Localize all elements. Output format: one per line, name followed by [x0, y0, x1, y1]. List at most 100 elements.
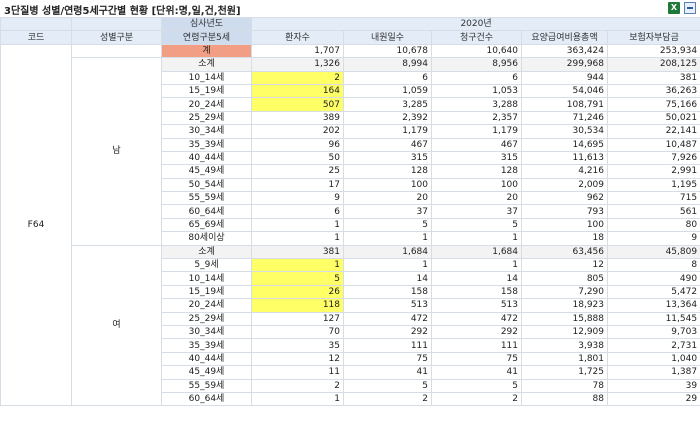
cell-value: 805 [521, 271, 608, 286]
cell-value: 472 [343, 311, 432, 326]
cell-value: 20 [431, 191, 522, 206]
age-band-label[interactable]: 35_39세 [161, 137, 252, 152]
cell-value: 6 [431, 70, 522, 85]
age-band-label[interactable]: 20_24세 [161, 298, 252, 313]
age-band-label[interactable]: 15_19세 [161, 83, 252, 99]
cell-value: 10,487 [606, 137, 700, 152]
age-band-label[interactable]: 50_54세 [161, 177, 252, 193]
age-band-label[interactable]: 10_14세 [161, 70, 252, 85]
age-band-label[interactable]: 5_9세 [161, 258, 252, 273]
header-metric[interactable]: 환자수 [251, 30, 344, 45]
cell-value: 1,801 [521, 351, 608, 367]
cell-value: 30,534 [521, 124, 608, 139]
report-title-bar: 3단질병 성별/연령5세구간별 현황 [단위:명,일,건,천원] X [0, 0, 700, 17]
cell-value: 467 [431, 137, 522, 152]
cell-value: 472 [431, 311, 522, 326]
cell-value: 37 [343, 204, 432, 219]
header-year-group[interactable]: 심사년도 [161, 16, 252, 32]
subtotal-value: 1,326 [251, 57, 344, 72]
cell-value: 18 [521, 231, 608, 246]
age-band-label[interactable]: 40_44세 [161, 351, 252, 367]
highlighted-value: 1 [251, 258, 344, 273]
age-band-label[interactable]: 60_64세 [161, 391, 252, 407]
total-value: 10,678 [343, 43, 432, 59]
header-blank [71, 16, 162, 32]
age-band-label[interactable]: 30_34세 [161, 324, 252, 340]
subtotal-label: 소계 [161, 244, 252, 260]
age-band-label[interactable]: 65_69세 [161, 217, 252, 233]
cell-value: 2 [431, 391, 522, 407]
header-sex[interactable]: 성별구분 [71, 30, 162, 45]
age-band-label[interactable]: 40_44세 [161, 150, 252, 166]
total-value: 1,707 [251, 43, 344, 59]
header-metric[interactable]: 청구건수 [431, 30, 522, 45]
age-band-label[interactable]: 25_29세 [161, 110, 252, 126]
cell-value: 7,290 [521, 284, 608, 300]
cell-value: 315 [431, 150, 522, 166]
age-band-label[interactable]: 55_59세 [161, 378, 252, 393]
cell-value: 389 [251, 110, 344, 126]
subtotal-label: 소계 [161, 57, 252, 72]
cell-value: 20 [343, 191, 432, 206]
cell-value: 127 [251, 311, 344, 326]
subtotal-value: 381 [251, 244, 344, 260]
cell-value: 41 [343, 365, 432, 380]
collapse-icon[interactable] [684, 2, 696, 14]
cell-value: 75 [431, 351, 522, 367]
cell-value: 1 [251, 217, 344, 233]
cell-value: 292 [431, 324, 522, 340]
header-row-1: 심사년도 2020년 [0, 16, 700, 32]
cell-value: 1,725 [521, 365, 608, 380]
age-band-label[interactable]: 80세이상 [161, 231, 252, 246]
age-band-label[interactable]: 20_24세 [161, 97, 252, 112]
age-band-label[interactable]: 45_49세 [161, 164, 252, 179]
cell-value: 513 [343, 298, 432, 313]
cell-value: 25 [251, 164, 344, 179]
age-band-label[interactable]: 55_59세 [161, 191, 252, 206]
cell-value: 5 [343, 378, 432, 393]
header-metric[interactable]: 요양급여비용총액 [521, 30, 608, 45]
cell-value: 14 [343, 271, 432, 286]
subtotal-value: 299,968 [521, 57, 608, 72]
cell-value: 128 [343, 164, 432, 179]
cell-value: 158 [343, 284, 432, 300]
cell-value: 70 [251, 324, 344, 340]
age-band-label[interactable]: 15_19세 [161, 284, 252, 300]
header-metric[interactable]: 내원일수 [343, 30, 432, 45]
sex-cell[interactable]: 여 [71, 244, 162, 407]
age-band-label[interactable]: 60_64세 [161, 204, 252, 219]
header-year[interactable]: 2020년 [250, 16, 700, 32]
code-cell[interactable]: F64 [0, 43, 72, 407]
highlighted-value: 164 [251, 83, 344, 99]
cell-value: 22,141 [606, 124, 700, 139]
age-band-label[interactable]: 30_34세 [161, 124, 252, 139]
cell-value: 1 [343, 258, 432, 273]
age-band-label[interactable]: 45_49세 [161, 365, 252, 380]
header-code[interactable]: 코드 [0, 30, 72, 45]
cell-value: 100 [521, 217, 608, 233]
cell-value: 793 [521, 204, 608, 219]
sex-cell[interactable]: 남 [71, 57, 162, 246]
age-band-label[interactable]: 25_29세 [161, 311, 252, 326]
excel-icon[interactable]: X [668, 2, 680, 14]
cell-value: 315 [343, 150, 432, 166]
cell-value: 1,179 [431, 124, 522, 139]
subtotal-value: 208,125 [606, 57, 700, 72]
cell-value: 3,938 [521, 338, 608, 353]
cell-value: 108,791 [521, 97, 608, 112]
header-metric[interactable]: 보험자부담금 [606, 30, 700, 45]
sex-cell-blank [71, 43, 162, 59]
header-age-group[interactable]: 연령구분5세 [161, 30, 252, 45]
cell-value: 7,926 [606, 150, 700, 166]
cell-value: 2,991 [606, 164, 700, 179]
cell-value: 39 [606, 378, 700, 393]
cell-value: 1 [251, 231, 344, 246]
cell-value: 1,195 [606, 177, 700, 193]
cell-value: 5 [431, 378, 522, 393]
cell-value: 5 [343, 217, 432, 233]
age-band-label[interactable]: 35_39세 [161, 338, 252, 353]
cell-value: 292 [343, 324, 432, 340]
cell-value: 11 [251, 365, 344, 380]
cell-value: 1,040 [606, 351, 700, 367]
age-band-label[interactable]: 10_14세 [161, 271, 252, 286]
